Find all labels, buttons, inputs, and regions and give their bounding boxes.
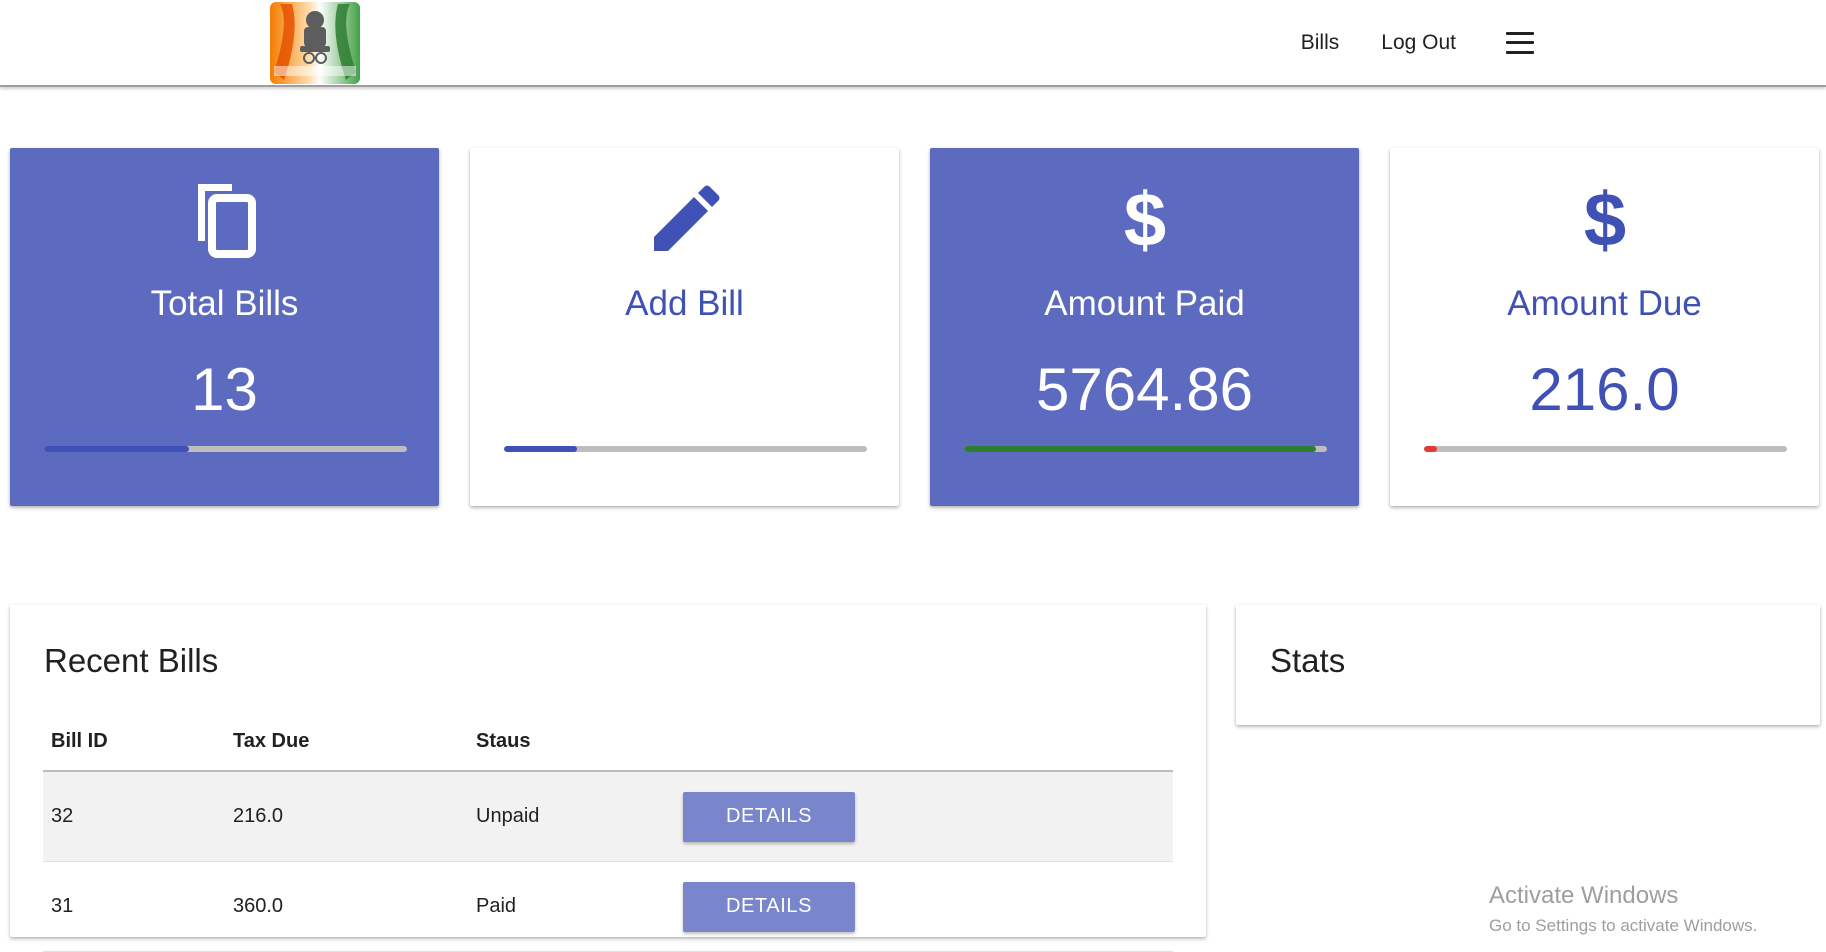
table-row: 31 360.0 Paid DETAILS [43, 862, 1173, 952]
card-title: Add Bill [625, 284, 744, 323]
summary-cards: Total Bills 13 Add Bill $ Amount Paid 57… [10, 148, 1820, 506]
column-header-status: Staus [476, 729, 531, 752]
card-title: Total Bills [150, 284, 299, 323]
pencil-icon [470, 178, 899, 262]
top-app-bar: Bills Log Out [0, 0, 1826, 87]
bill-id-cell: 32 [51, 805, 74, 827]
top-nav: Bills Log Out [1259, 0, 1534, 85]
card-value: 216.0 [1529, 356, 1680, 423]
bill-id-cell: 31 [51, 895, 74, 917]
total-bills-card[interactable]: Total Bills 13 [10, 148, 439, 506]
progress-bar [44, 446, 407, 452]
amount-due-card[interactable]: $ Amount Due 216.0 [1390, 148, 1819, 506]
progress-bar [1424, 446, 1787, 452]
column-header-bill-id: Bill ID [51, 729, 108, 752]
column-header-tax-due: Tax Due [233, 729, 310, 752]
card-title: Amount Paid [1044, 284, 1245, 323]
progress-fill [44, 446, 190, 452]
status-cell: Paid [476, 895, 517, 917]
gst-logo[interactable] [270, 2, 360, 84]
progress-fill [504, 446, 577, 452]
progress-fill [964, 446, 1317, 452]
details-button[interactable]: DETAILS [683, 881, 855, 932]
tax-due-cell: 216.0 [233, 805, 284, 827]
svg-text:$: $ [1123, 184, 1165, 256]
progress-bar [504, 446, 867, 452]
copy-icon [10, 178, 439, 262]
add-bill-card[interactable]: Add Bill [470, 148, 899, 506]
table-header: Bill ID Tax Due Staus [43, 712, 1173, 772]
progress-bar [964, 446, 1327, 452]
windows-activation-watermark: Activate Windows Go to Settings to activ… [1489, 882, 1757, 936]
recent-bills-table: Bill ID Tax Due Staus 32 216.0 Unpaid DE… [43, 712, 1173, 952]
nav-bills-link[interactable]: Bills [1301, 31, 1340, 55]
details-button[interactable]: DETAILS [683, 791, 855, 842]
recent-bills-panel: Recent Bills Bill ID Tax Due Staus 32 21… [10, 605, 1206, 952]
amount-paid-card[interactable]: $ Amount Paid 5764.86 [930, 148, 1359, 506]
progress-fill [1424, 446, 1437, 452]
card-value: 13 [191, 356, 258, 423]
card-value: 5764.86 [1036, 356, 1253, 423]
stats-panel: Stats [1236, 605, 1820, 725]
watermark-line-2: Go to Settings to activate Windows. [1489, 916, 1758, 935]
svg-text:$: $ [1583, 184, 1625, 256]
table-row: 32 216.0 Unpaid DETAILS [43, 772, 1173, 862]
panel-title: Recent Bills [44, 642, 219, 679]
tax-due-cell: 360.0 [233, 895, 284, 917]
watermark-line-1: Activate Windows [1489, 882, 1679, 909]
nav-logout-link[interactable]: Log Out [1381, 31, 1456, 55]
hamburger-menu-icon[interactable] [1506, 31, 1534, 54]
panel-title: Stats [1270, 642, 1346, 679]
status-cell: Unpaid [476, 805, 540, 827]
dollar-icon: $ [1390, 178, 1819, 262]
dollar-icon: $ [930, 178, 1359, 262]
card-title: Amount Due [1507, 284, 1702, 323]
